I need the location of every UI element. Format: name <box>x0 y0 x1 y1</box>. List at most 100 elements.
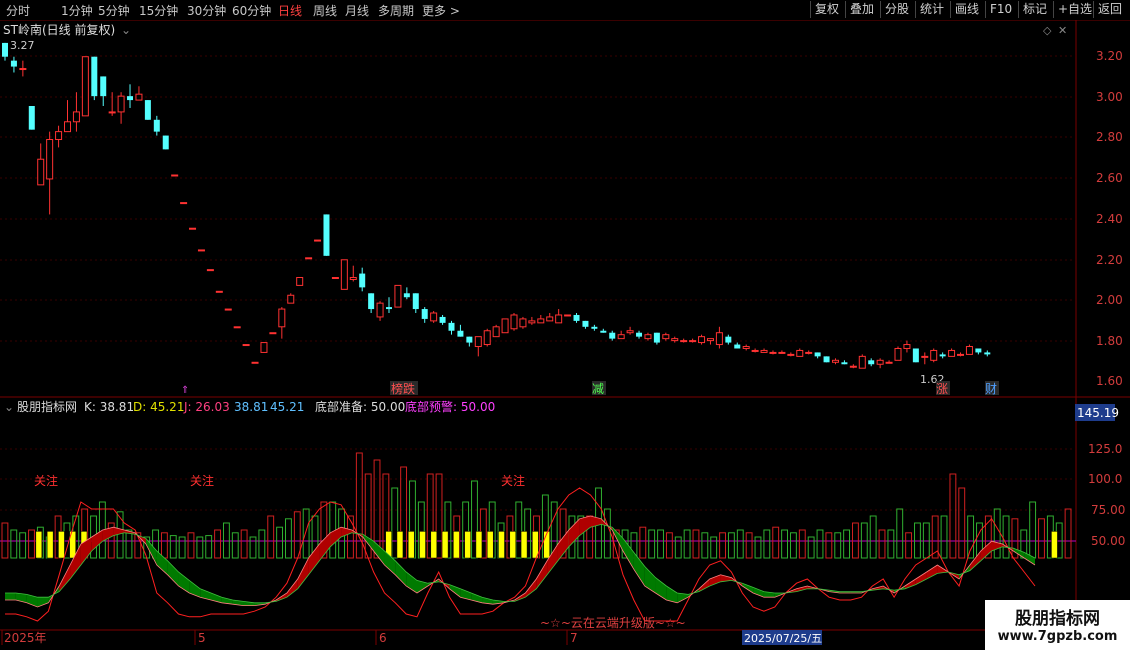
candle-body <box>135 93 143 101</box>
candle-body <box>519 318 527 328</box>
candle-body <box>296 277 304 286</box>
indicator-bar <box>949 473 957 559</box>
indicator-bar <box>692 529 700 559</box>
time-label: 2025年 <box>4 631 47 645</box>
indicator-bar <box>736 529 744 559</box>
candle-body <box>331 277 339 280</box>
indicator-bar <box>214 529 221 559</box>
candle-body <box>734 344 741 349</box>
indicator-bar <box>834 532 842 559</box>
indicator-tick: 75.00 <box>1091 503 1125 517</box>
indicator-bar <box>878 529 886 559</box>
indicator-bar <box>249 536 257 559</box>
candles <box>2 42 991 369</box>
signal-bar <box>441 531 449 559</box>
ribbon-segment <box>536 560 548 589</box>
k-value: K: 38.81 <box>84 400 134 414</box>
attention-tag: 关注 <box>34 473 58 488</box>
candle-body <box>885 361 893 364</box>
indicator-bar <box>258 529 266 559</box>
event-tag-rise[interactable]: 涨 <box>936 381 948 396</box>
candle-body <box>715 332 723 346</box>
ribbon-segment <box>37 597 49 607</box>
signal-bar <box>509 531 517 559</box>
indicator-bar <box>1038 518 1045 559</box>
candle-body <box>841 362 848 365</box>
price-tick: 2.20 <box>1096 253 1123 267</box>
ribbon-segment <box>297 558 309 589</box>
candle-body <box>323 214 330 256</box>
candle-body <box>233 326 241 329</box>
indicator-bar <box>178 536 186 559</box>
candle-body <box>644 334 652 340</box>
candle-body <box>215 290 223 293</box>
candle-body <box>10 60 17 67</box>
signal-bar <box>520 531 528 559</box>
ribbon-segment <box>156 551 168 575</box>
candle-body <box>653 332 660 343</box>
indicator-tick: 125.0 <box>1088 442 1122 456</box>
candle-body <box>127 96 134 101</box>
close-icon[interactable]: ✕ <box>1058 24 1067 37</box>
event-tag-drop[interactable]: 榜跌 <box>391 381 415 396</box>
price-axis: 3.20 3.00 2.80 2.60 2.40 2.20 2.00 1.80 … <box>1096 49 1123 388</box>
candle-body <box>474 336 482 348</box>
candle-body <box>921 355 929 358</box>
candle-body <box>100 76 107 97</box>
candle-body <box>64 121 72 133</box>
line2-value: 45.21 <box>270 400 304 414</box>
indicator-bar <box>843 529 851 559</box>
candle-body <box>37 158 45 186</box>
event-tag-finance[interactable]: 财 <box>985 382 997 396</box>
attention-tag: 关注 <box>501 473 525 488</box>
price-tick: 3.00 <box>1096 90 1123 104</box>
time-label: 6 <box>379 631 387 645</box>
candle-body <box>912 348 919 363</box>
indicator-bar <box>10 529 18 559</box>
candle-body <box>671 338 679 342</box>
candle-body <box>796 349 804 357</box>
candle-body <box>858 355 866 369</box>
candle-body <box>269 332 277 335</box>
candle-body <box>430 312 438 322</box>
candle-body <box>46 139 54 180</box>
candle-body <box>171 174 179 177</box>
signal-bar <box>1051 531 1058 559</box>
candle-body <box>849 365 857 368</box>
kline-chart[interactable]: 3.20 3.00 2.80 2.60 2.40 2.20 2.00 1.80 … <box>0 0 1130 650</box>
indicator-bar <box>719 532 726 559</box>
event-tag-reduce[interactable]: 减 <box>592 382 604 396</box>
candle-body <box>876 359 884 365</box>
indicator-bar <box>825 532 833 559</box>
indicator-bar <box>196 536 204 559</box>
indicator-bar <box>302 508 310 559</box>
dropdown-icon[interactable]: ⌄ <box>4 400 14 414</box>
candle-body <box>573 314 580 321</box>
indicator-bar <box>754 536 762 559</box>
ribbon-segment <box>753 587 764 598</box>
candle-body <box>72 111 80 123</box>
indicator-bar <box>28 529 35 559</box>
candle-body <box>760 349 768 353</box>
price-tick: 3.20 <box>1096 49 1123 63</box>
candle-body <box>108 111 116 114</box>
indicator-bar <box>169 535 177 559</box>
candle-body <box>376 302 384 318</box>
indicator-bar <box>160 532 168 559</box>
candle-body <box>957 353 965 356</box>
line1-value: 38.81 <box>234 400 268 414</box>
candle-body <box>609 332 616 339</box>
signal-bar <box>407 531 415 559</box>
candle-body <box>314 239 322 242</box>
candle-body <box>984 352 991 355</box>
price-tick: 2.00 <box>1096 293 1123 307</box>
diamond-icon[interactable]: ◇ <box>1043 24 1052 37</box>
indicator-bar <box>781 529 788 559</box>
indicator-tick: 50.00 <box>1091 534 1125 548</box>
indicator-bar <box>1064 508 1072 559</box>
ribbon-segment <box>167 560 179 586</box>
indicator-bar <box>869 515 877 559</box>
indicator-bar <box>789 532 797 559</box>
dropdown-icon[interactable]: ⌄ <box>121 23 131 37</box>
indicator-bar <box>648 529 656 559</box>
